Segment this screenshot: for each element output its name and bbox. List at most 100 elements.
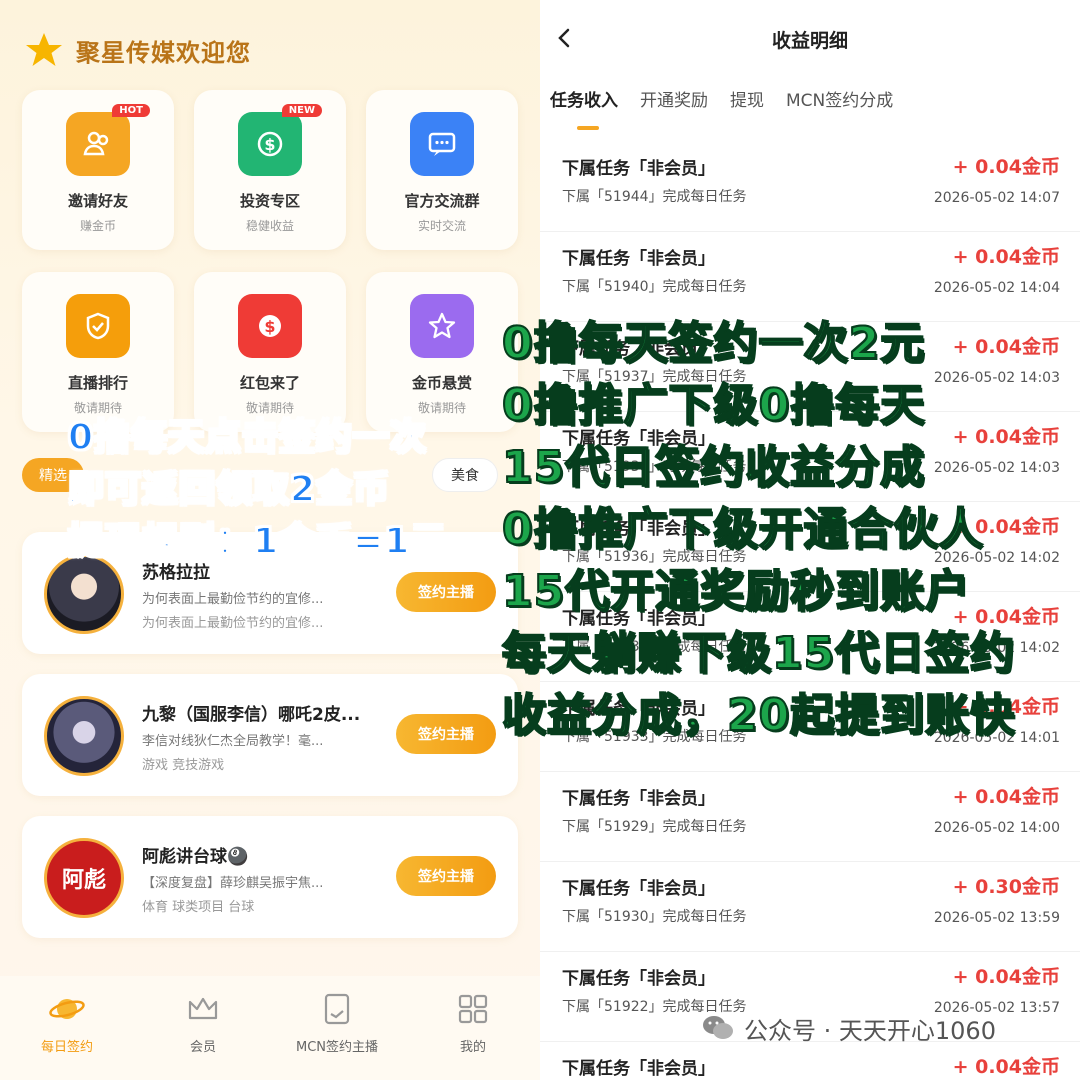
check-shield-icon (66, 294, 130, 358)
overlay-green-line: 0撸每天签约一次2元 (501, 318, 926, 369)
list-item: 下属任务「非会员」 + 0.04金币 下属「51944」完成每日任务 2026-… (540, 142, 1080, 232)
avatar[interactable] (44, 696, 124, 776)
watermark-text: 公众号 · 天天开心1060 (744, 1016, 996, 1045)
card-official-group[interactable]: 官方交流群 实时交流 (366, 90, 518, 250)
list-item: 下属任务「非会员」 + 0.04金币 下属「51929」完成每日任务 2026-… (540, 772, 1080, 862)
brand-title: 聚星传媒欢迎您 (76, 38, 251, 67)
record-time: 2026-05-02 13:59 (933, 910, 1060, 926)
record-desc: 下属「51940」完成每日任务 (562, 279, 747, 295)
record-amount: + 0.04金币 (952, 426, 1060, 448)
new-badge: NEW (281, 104, 322, 117)
card-sub: 敬请期待 (73, 401, 122, 415)
tab-activation-reward[interactable]: 开通奖励 (640, 86, 708, 111)
brand-header: 聚星传媒欢迎您 (24, 30, 251, 70)
record-title: 下属任务「非会员」 (562, 969, 715, 989)
list-item: 下属任务「非会员」 + 0.04金币 下属「51940」完成每日任务 2026-… (540, 232, 1080, 322)
record-title: 下属任务「非会员」 (562, 879, 715, 899)
card-invite-friends[interactable]: HOT 邀请好友 赚金币 (22, 90, 174, 250)
svg-text:$: $ (264, 317, 275, 336)
record-time: 2026-05-02 14:04 (933, 280, 1060, 296)
avatar-text: 阿彪 (61, 868, 106, 893)
streamer-name: 九黎（国服李信）哪吒2皮... (142, 705, 361, 725)
record-time: 2026-05-02 14:03 (933, 370, 1060, 386)
wechat-watermark: 公众号 · 天天开心1060 (700, 1010, 996, 1046)
card-live-ranking[interactable]: 直播排行 敬请期待 (22, 272, 174, 432)
card-investment[interactable]: $ NEW 投资专区 稳健收益 (194, 90, 346, 250)
streamer-card: 阿彪 阿彪讲台球🎱 【深度复盘】薛珍麒吴振宇焦... 体育 球类项目 台球 签约… (22, 816, 518, 938)
crown-icon (188, 997, 218, 1020)
list-item: 下属任务「非会员」 + 0.30金币 下属「51930」完成每日任务 2026-… (540, 862, 1080, 952)
overlay-green-line: 每天躺赚下级15代日签约 (501, 628, 1016, 679)
avatar[interactable]: 阿彪 (44, 838, 124, 918)
sign-streamer-button[interactable]: 签约主播 (396, 856, 496, 896)
card-name: 直播排行 (67, 374, 128, 392)
nav-label: 我的 (459, 1040, 486, 1055)
streamer-tags: 游戏 竞技游戏 (142, 758, 225, 773)
hot-badge: HOT (112, 104, 150, 117)
dollar-coin-icon: $ NEW (238, 104, 322, 176)
nav-mine[interactable]: 我的 (418, 990, 528, 1055)
record-title: 下属任务「非会员」 (562, 789, 715, 809)
record-amount: + 0.04金币 (952, 966, 1060, 988)
overlay-blue-line: 即可返回领取2金币 (67, 469, 391, 510)
tab-mcn-share[interactable]: MCN签约分成 (786, 86, 893, 111)
record-amount: + 0.04金币 (952, 336, 1060, 358)
nav-daily-sign[interactable]: 每日签约 (12, 990, 122, 1055)
bottom-nav: 每日签约 会员 MCN签约主播 我的 (0, 976, 540, 1080)
svg-text:$: $ (264, 135, 275, 154)
overlay-green-line: 15代日签约收益分成 (501, 442, 926, 493)
tab-task-income[interactable]: 任务收入 (550, 86, 618, 111)
nav-mcn-sign[interactable]: MCN签约主播 (282, 990, 392, 1055)
tab-food[interactable]: 美食 (432, 458, 498, 492)
card-red-packet[interactable]: $ 红包来了 敬请期待 (194, 272, 346, 432)
chat-icon (410, 112, 474, 176)
sign-streamer-button[interactable]: 签约主播 (396, 714, 496, 754)
record-time: 2026-05-02 14:03 (933, 460, 1060, 476)
nav-label: 会员 (189, 1040, 216, 1055)
card-sub: 稳健收益 (245, 219, 294, 233)
record-amount: + 0.04金币 (952, 786, 1060, 808)
streamer-desc: 为何表面上最勤俭节约的宜修... (142, 592, 324, 607)
nav-label: 每日签约 (40, 1040, 93, 1055)
star-icon (26, 33, 62, 66)
nav-member[interactable]: 会员 (148, 990, 258, 1055)
overlay-blue-line: 0撸每天点击签约一次 (67, 417, 428, 458)
record-time: 2026-05-02 14:07 (933, 190, 1060, 206)
overlay-blue-line: 提现规则：1金币=1元 (67, 521, 448, 562)
record-desc: 下属「51929」完成每日任务 (562, 819, 747, 835)
page-title: 收益明细 (771, 30, 848, 52)
users-icon: HOT (66, 104, 150, 176)
card-sub: 敬请期待 (245, 401, 294, 415)
sign-streamer-button[interactable]: 签约主播 (396, 572, 496, 612)
overlay-green-line: 15代开通奖励秒到账户 (501, 566, 971, 617)
avatar[interactable] (44, 554, 124, 634)
red-packet-icon: $ (238, 294, 302, 358)
earnings-tabs: 任务收入 开通奖励 提现 MCN签约分成 (550, 86, 915, 111)
card-sub: 实时交流 (417, 219, 466, 233)
overlay-green-line: 0撸推广下级0撸每天 (501, 380, 926, 431)
streamer-tags: 体育 球类项目 台球 (142, 900, 255, 915)
streamer-desc: 【深度复盘】薛珍麒吴振宇焦... (142, 876, 324, 891)
wechat-icon (703, 1016, 733, 1039)
card-name: 邀请好友 (67, 192, 128, 210)
record-time: 2026-05-02 14:00 (933, 820, 1060, 836)
record-title: 下属任务「非会员」 (562, 249, 715, 269)
card-name: 官方交流群 (404, 192, 480, 210)
star-icon (410, 294, 474, 358)
card-coin-reward[interactable]: 金币悬赏 敬请期待 (366, 272, 518, 432)
overlay-green-line: 0撸推广下级开通合伙人 (501, 504, 984, 555)
card-name: 投资专区 (239, 192, 300, 210)
tab-withdraw[interactable]: 提现 (730, 86, 764, 111)
nav-label: MCN签约主播 (295, 1040, 379, 1055)
record-title: 下属任务「非会员」 (562, 159, 715, 179)
streamer-tags: 为何表面上最勤俭节约的宜修... (142, 616, 324, 631)
planet-icon (49, 999, 85, 1019)
grid-icon (458, 994, 488, 1024)
contract-icon (324, 993, 350, 1025)
streamer-card: 九黎（国服李信）哪吒2皮... 李信对线狄仁杰全局教学！毫... 游戏 竞技游戏… (22, 674, 518, 796)
streamer-name: 阿彪讲台球🎱 (142, 847, 249, 867)
list-item: 下属任务「非会员」 + 0.04金币 (540, 1042, 1080, 1080)
card-sub: 赚金币 (79, 219, 116, 233)
record-amount: + 0.04金币 (952, 1056, 1060, 1078)
record-title: 下属任务「非会员」 (562, 1059, 715, 1079)
